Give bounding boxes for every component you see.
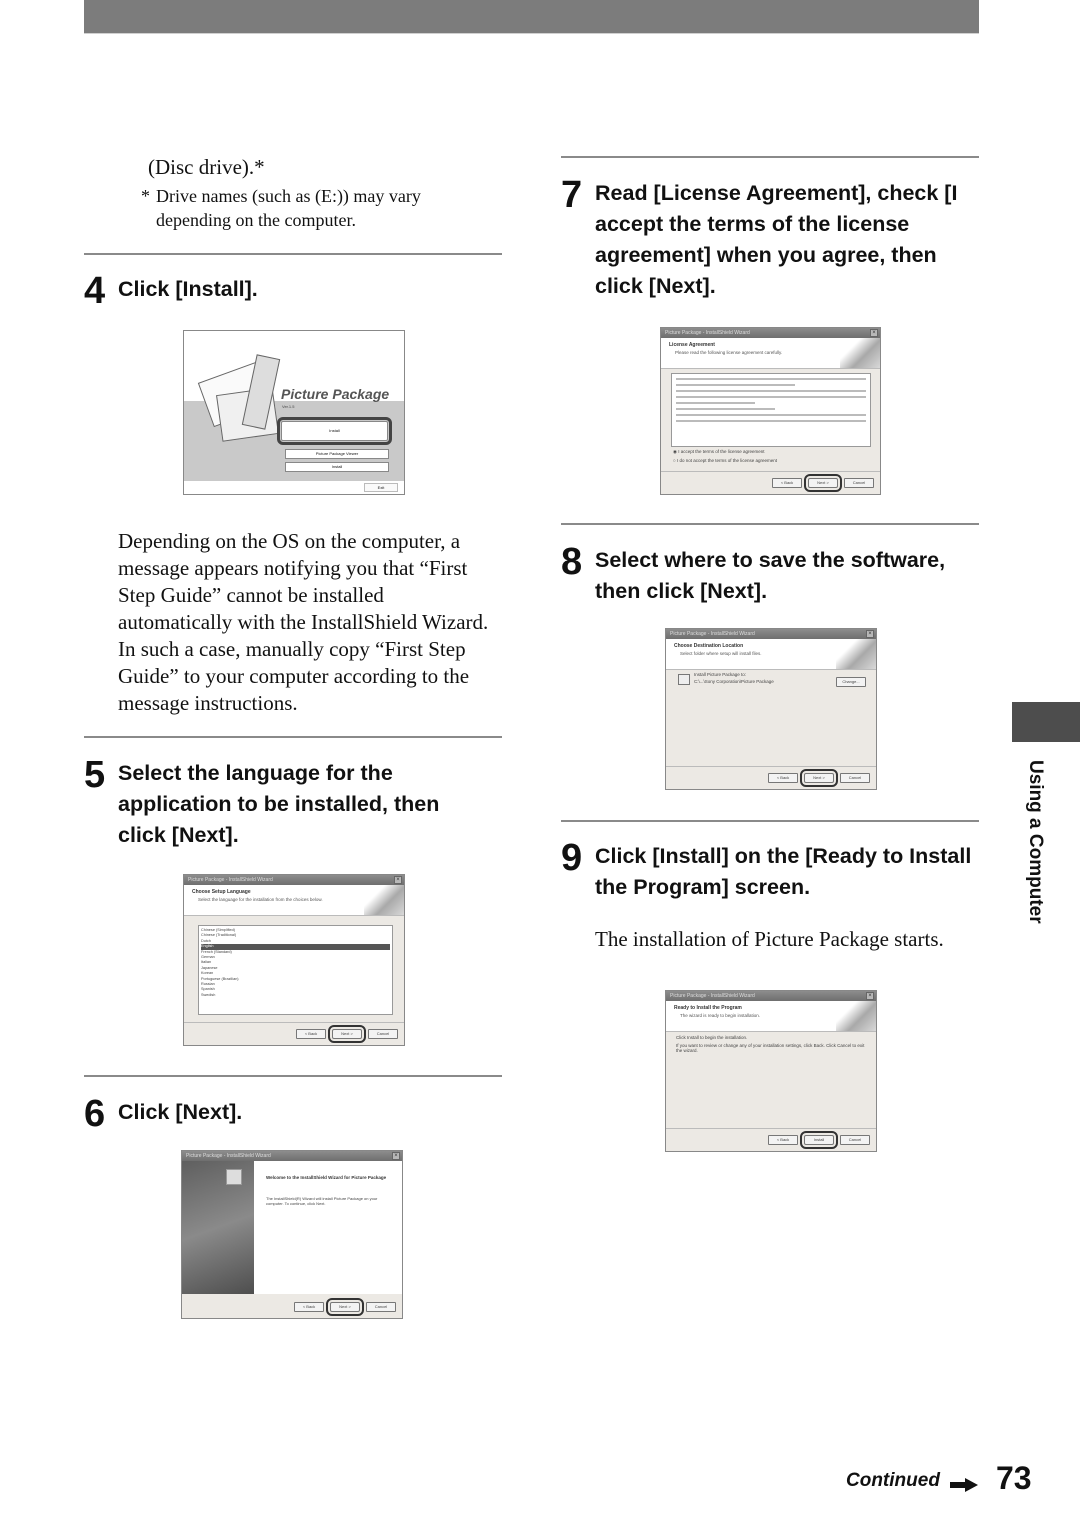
step-title: Click [Install] on the [Ready to Install… — [595, 844, 972, 899]
welcome-heading: Welcome to the InstallShield Wizard for … — [266, 1175, 387, 1180]
next-button[interactable]: Next > — [800, 769, 838, 787]
continued-label: Continued — [846, 1470, 940, 1491]
step-number: 8 — [561, 541, 582, 583]
cancel-button[interactable]: Cancel — [840, 773, 870, 783]
screenshot-welcome: Picture Package - InstallShield Wizard × … — [181, 1150, 403, 1319]
back-button[interactable]: < Back — [768, 773, 798, 783]
install-to-label: Install Picture Package to: — [694, 672, 747, 677]
cancel-button[interactable]: Cancel — [844, 478, 874, 488]
screenshot-destination-location: Picture Package - InstallShield Wizard × … — [665, 628, 877, 790]
next-button[interactable]: Next > — [804, 474, 842, 492]
section-label: Using a Computer — [1025, 760, 1046, 924]
close-icon[interactable]: × — [866, 630, 874, 638]
divider — [561, 523, 979, 525]
divider — [561, 156, 979, 158]
wizard-heading: Choose Setup Language — [192, 889, 251, 895]
installer-icon — [226, 1169, 242, 1185]
window-titlebar: Picture Package - InstallShield Wizard × — [661, 328, 880, 338]
welcome-text: The InstallShield(R) Wizard will install… — [266, 1196, 378, 1206]
step-number: 5 — [84, 754, 105, 796]
back-button[interactable]: < Back — [294, 1302, 324, 1312]
back-button[interactable]: < Back — [296, 1029, 326, 1039]
install-button[interactable]: Install — [277, 417, 392, 445]
close-icon[interactable]: × — [866, 992, 874, 1000]
step-title: Click [Install]. — [118, 277, 258, 301]
app-title: Picture Package — [281, 386, 390, 402]
wizard-art — [836, 1001, 876, 1031]
step-number: 4 — [84, 270, 105, 312]
change-button[interactable]: Change... — [836, 677, 866, 687]
install-path: C:\...\Sony Corporation\Picture Package — [694, 679, 774, 684]
ready-line-2: If you want to review or change any of y… — [676, 1043, 865, 1053]
step-6: 6 Click [Next]. — [84, 1093, 488, 1135]
cancel-button[interactable]: Cancel — [368, 1029, 398, 1039]
step-9: 9 Click [Install] on the [Ready to Insta… — [561, 837, 980, 903]
divider — [84, 253, 502, 255]
close-icon[interactable]: × — [870, 329, 878, 337]
footnote-mark: * — [141, 186, 150, 206]
step-4: 4 Click [Install]. — [84, 270, 488, 312]
step-title: Select the language for the application … — [118, 761, 440, 847]
viewer-button[interactable]: Picture Package Viewer — [285, 449, 389, 459]
accept-radio[interactable]: ◉ I accept the terms of the license agre… — [673, 449, 764, 455]
window-titlebar: Picture Package - InstallShield Wizard × — [182, 1151, 402, 1161]
step-8: 8 Select where to save the software, the… — [561, 541, 980, 607]
screenshot-picture-package-launcher: Picture Package Ver.1.5 Install Picture … — [183, 330, 405, 495]
section-tab — [1012, 702, 1080, 742]
step-7: 7 Read [License Agreement], check [I acc… — [561, 174, 980, 302]
step-4-note: Depending on the OS on the computer, a m… — [118, 529, 489, 715]
step-title: Select where to save the software, then … — [595, 548, 946, 603]
step-title: Read [License Agreement], check [I accep… — [595, 181, 958, 298]
license-text-box[interactable] — [671, 373, 871, 447]
back-button[interactable]: < Back — [772, 478, 802, 488]
wizard-art — [840, 338, 880, 368]
arrow-right-icon — [950, 1478, 978, 1492]
wizard-art — [836, 639, 876, 669]
cancel-button[interactable]: Cancel — [366, 1302, 396, 1312]
page-number: 73 — [996, 1460, 1032, 1496]
screenshot-choose-language: Picture Package - InstallShield Wizard × … — [183, 874, 405, 1046]
divider — [561, 820, 979, 822]
app-version: Ver.1.5 — [282, 404, 295, 409]
close-icon[interactable]: × — [394, 876, 402, 884]
language-option[interactable]: Swedish — [201, 993, 390, 998]
wizard-subheading: Select the language for the installation… — [198, 897, 323, 902]
back-button[interactable]: < Back — [768, 1135, 798, 1145]
wizard-subheading: Please read the following license agreem… — [675, 350, 783, 355]
second-install-button[interactable]: Install — [285, 462, 389, 472]
step-number: 9 — [561, 837, 582, 879]
wizard-heading: Ready to Install the Program — [674, 1005, 742, 1011]
close-icon[interactable]: × — [392, 1152, 400, 1160]
language-list[interactable]: Chinese (Simplified) Chinese (Traditional… — [198, 925, 393, 1015]
install-button[interactable]: Install — [800, 1131, 838, 1149]
next-button[interactable]: Next > — [328, 1025, 366, 1043]
divider — [84, 1075, 502, 1077]
step-number: 7 — [561, 174, 582, 216]
folder-icon — [678, 674, 690, 685]
wizard-subheading: Select folder where setup will install f… — [680, 651, 762, 656]
step-title: Click [Next]. — [118, 1100, 243, 1124]
ready-line-1: Click Install to begin the installation. — [676, 1035, 748, 1040]
wizard-subheading: The wizard is ready to begin installatio… — [680, 1013, 761, 1018]
divider — [84, 736, 502, 738]
window-titlebar: Picture Package - InstallShield Wizard × — [666, 629, 876, 639]
next-button[interactable]: Next > — [326, 1298, 364, 1316]
screenshot-license-agreement: Picture Package - InstallShield Wizard × … — [660, 327, 881, 495]
wizard-heading: License Agreement — [669, 342, 715, 348]
footnote-text: Drive names (such as (E:)) may vary depe… — [156, 186, 421, 230]
window-titlebar: Picture Package - InstallShield Wizard × — [184, 875, 404, 885]
cancel-button[interactable]: Cancel — [840, 1135, 870, 1145]
step-5: 5 Select the language for the applicatio… — [84, 754, 488, 851]
wizard-art — [364, 885, 404, 915]
decline-radio[interactable]: ○ I do not accept the terms of the licen… — [673, 458, 777, 463]
screenshot-ready-to-install: Picture Package - InstallShield Wizard × … — [665, 990, 877, 1152]
window-titlebar: Picture Package - InstallShield Wizard × — [666, 991, 876, 1001]
step-9-note: The installation of Picture Package star… — [595, 927, 944, 951]
wizard-side-art — [182, 1161, 254, 1294]
exit-button[interactable]: Exit — [364, 483, 398, 492]
step-number: 6 — [84, 1093, 105, 1135]
wizard-heading: Choose Destination Location — [674, 643, 744, 649]
header-bar — [84, 0, 979, 34]
intro-text: (Disc drive).* — [148, 155, 265, 179]
